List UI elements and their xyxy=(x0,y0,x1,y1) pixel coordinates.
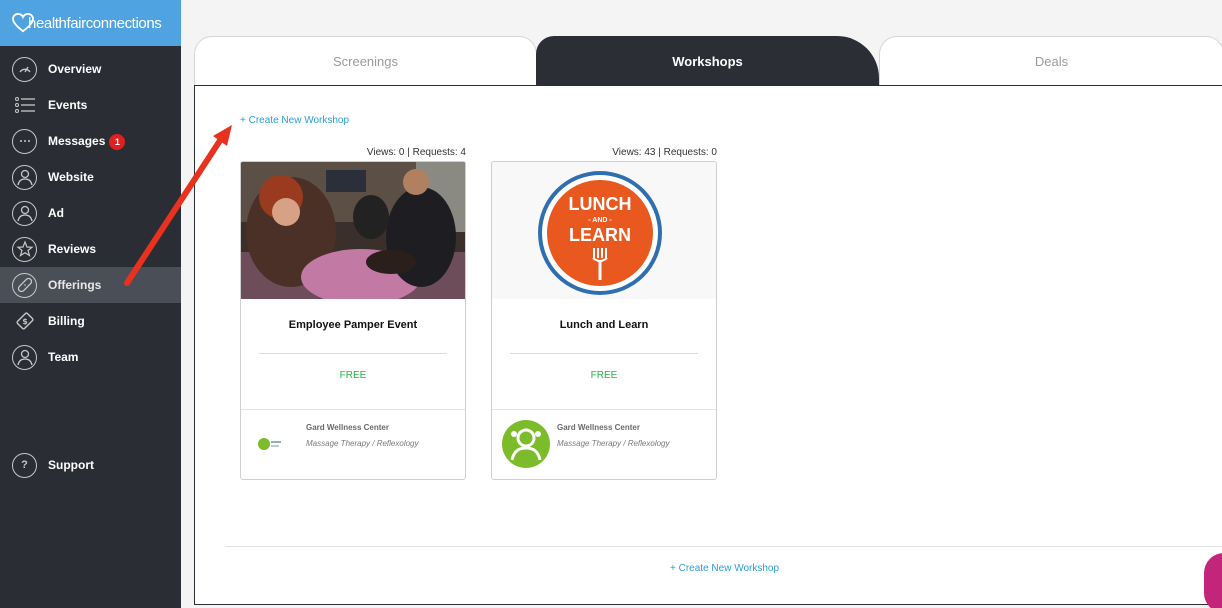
card-divider xyxy=(510,353,698,354)
logo-line-2: - AND - xyxy=(588,217,612,224)
workshop-card[interactable]: LUNCH - AND - LEARN Lunch and Learn FREE… xyxy=(491,161,717,480)
create-workshop-link-top[interactable]: + Create New Workshop xyxy=(240,115,349,126)
logo-line-1: LUNCH xyxy=(569,194,632,214)
logo-line-3: LEARN xyxy=(569,225,631,245)
brand-name: healthfairconnections xyxy=(28,14,162,32)
brand-logo: healthfairconnections xyxy=(12,13,162,33)
sidebar-item-label: Events xyxy=(48,98,88,112)
gauge-icon xyxy=(12,56,37,82)
create-workshop-link-bottom[interactable]: + Create New Workshop xyxy=(670,563,779,574)
provider-logo xyxy=(258,435,282,452)
provider-category: Massage Therapy / Reflexology xyxy=(306,439,419,448)
workshop-photo xyxy=(241,162,465,299)
card-stats: Views: 0 | Requests: 4 xyxy=(366,147,466,158)
workshop-price: FREE xyxy=(590,370,618,381)
workshop-title: Employee Pamper Event xyxy=(288,319,418,331)
workshop-card-wrapper: Views: 0 | Requests: 4 Employee Pamper E… xyxy=(240,147,466,480)
card-divider xyxy=(259,353,447,354)
tab-screenings[interactable]: Screenings xyxy=(194,36,537,86)
user-circle-icon xyxy=(12,164,37,190)
card-stats: Views: 43 | Requests: 0 xyxy=(612,147,717,158)
workshop-card-wrapper: Views: 43 | Requests: 0 LUNCH - AND - LE… xyxy=(491,147,717,480)
main-content: Screenings Workshops Deals + Create New … xyxy=(181,0,1222,608)
sidebar-item-label: Reviews xyxy=(48,242,97,256)
sidebar-support: ? Support xyxy=(0,447,181,483)
tag-icon: $ xyxy=(12,309,37,334)
sidebar-item-website[interactable]: Website xyxy=(0,159,181,195)
sidebar-item-label: Team xyxy=(48,350,79,364)
tab-workshops[interactable]: Workshops xyxy=(536,36,879,86)
card-provider: Gard Wellness Center Massage Therapy / R… xyxy=(492,409,716,479)
sidebar-item-label: Billing xyxy=(48,314,85,328)
svg-text:$: $ xyxy=(22,317,28,326)
list-icon xyxy=(12,93,37,118)
unread-badge: 1 xyxy=(109,133,126,150)
workshop-card[interactable]: Employee Pamper Event FREE Gard Wellness… xyxy=(240,161,466,480)
sidebar-item-label: Website xyxy=(48,170,94,184)
lunch-and-learn-logo: LUNCH - AND - LEARN xyxy=(492,162,716,299)
sidebar-nav: Overview Events Messages 1 Website Ad Re… xyxy=(0,51,181,375)
chat-widget-icon[interactable] xyxy=(1204,553,1222,608)
sidebar-item-ad[interactable]: Ad xyxy=(0,195,181,231)
star-icon xyxy=(12,236,37,262)
offering-tabs: Screenings Workshops Deals xyxy=(194,36,1222,86)
sidebar-item-label: Support xyxy=(48,458,94,472)
provider-name: Gard Wellness Center xyxy=(557,423,640,432)
workshop-title: Lunch and Learn xyxy=(559,319,649,331)
sidebar-item-label: Overview xyxy=(48,62,102,76)
card-provider: Gard Wellness Center Massage Therapy / R… xyxy=(241,409,465,479)
sidebar-item-reviews[interactable]: Reviews xyxy=(0,231,181,267)
sidebar-item-offerings[interactable]: Offerings xyxy=(0,267,181,303)
sidebar-item-team[interactable]: Team xyxy=(0,339,181,375)
sidebar-item-overview[interactable]: Overview xyxy=(0,51,181,87)
sidebar-item-support[interactable]: ? Support xyxy=(0,447,181,483)
sidebar-item-label: Messages xyxy=(48,134,106,148)
sidebar-item-billing[interactable]: $ Billing xyxy=(0,303,181,339)
brand-bar[interactable]: healthfairconnections xyxy=(0,0,181,46)
question-icon: ? xyxy=(12,452,37,478)
provider-avatar xyxy=(502,420,550,468)
sidebar-item-messages[interactable]: Messages 1 xyxy=(0,123,181,159)
user-circle-icon xyxy=(12,200,37,226)
sidebar-item-label: Offerings xyxy=(48,278,102,292)
chat-icon xyxy=(12,128,37,154)
tab-deals[interactable]: Deals xyxy=(879,36,1222,86)
provider-category: Massage Therapy / Reflexology xyxy=(557,439,670,448)
bandage-icon xyxy=(12,272,37,298)
workshops-panel: + Create New Workshop Views: 0 | Request… xyxy=(194,85,1222,605)
user-circle-icon xyxy=(12,344,37,370)
bottom-divider xyxy=(225,546,1222,547)
sidebar-item-label: Ad xyxy=(48,206,64,220)
sidebar-item-events[interactable]: Events xyxy=(0,87,181,123)
workshop-price: FREE xyxy=(339,370,367,381)
provider-name: Gard Wellness Center xyxy=(306,423,389,432)
sidebar: healthfairconnections Overview Events Me… xyxy=(0,0,181,608)
